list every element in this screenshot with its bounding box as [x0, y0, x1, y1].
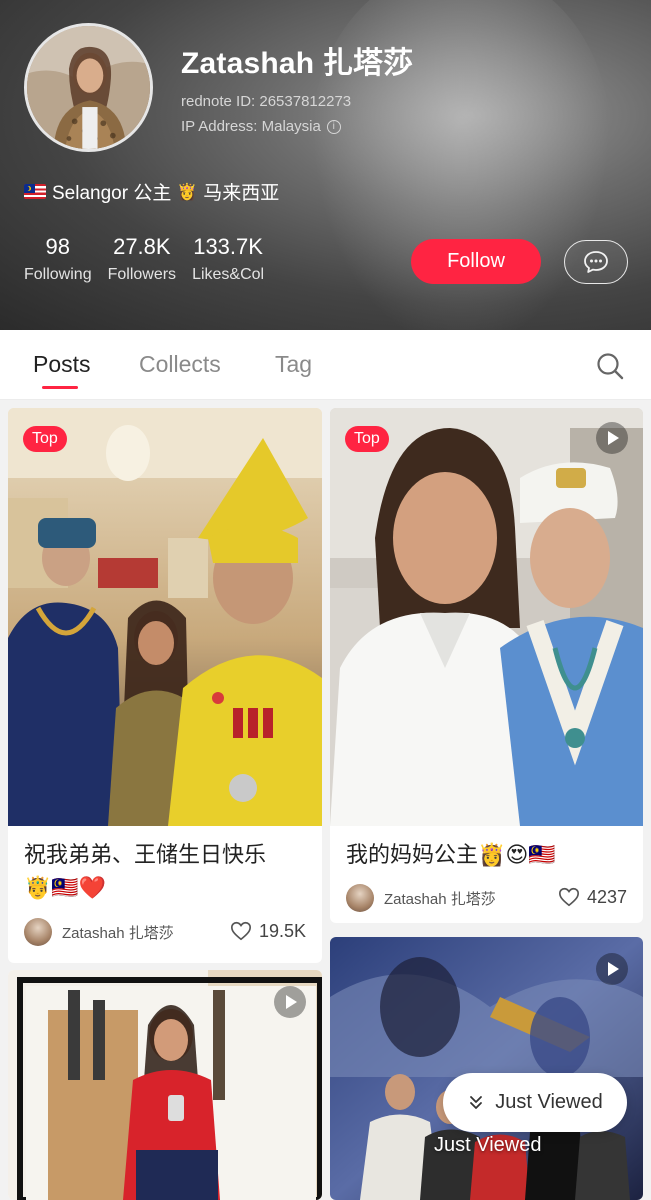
stat-value: 98 [45, 234, 71, 259]
just-viewed-button[interactable]: Just Viewed [443, 1073, 627, 1132]
profile-stats: 98 Following 27.8K Followers 133.7K Like… [24, 234, 264, 284]
info-icon[interactable]: i [326, 119, 341, 134]
like-button[interactable]: 4237 [558, 886, 627, 908]
author-name: Zatashah 扎塔莎 [384, 890, 496, 908]
like-count: 4237 [586, 886, 627, 907]
active-tab-indicator [42, 386, 78, 389]
stat-label: Followers [107, 266, 177, 283]
post-title-emojis: 🤴🇲🇾❤️ [24, 875, 107, 900]
tab-posts[interactable]: Posts [33, 351, 91, 378]
message-button[interactable] [564, 240, 628, 284]
author-avatar [24, 918, 52, 946]
post-thumbnail[interactable] [330, 937, 643, 1200]
tab-tag[interactable]: Tag [275, 351, 312, 378]
profile-bio: Selangor 公主 👸 马来西亚 [24, 178, 279, 205]
ip-address-row: IP Address: Malaysia i [181, 118, 341, 135]
post-card[interactable]: Top 祝我弟弟、王储生日快乐 🤴🇲🇾❤️ Zatashah 扎塔莎 19.5K [8, 408, 322, 963]
just-viewed-overlay: Just Viewed [434, 1134, 542, 1156]
author-name: Zatashah 扎塔莎 [62, 924, 174, 942]
stat-followers[interactable]: 27.8K Followers [108, 234, 176, 284]
chat-bubble-icon [584, 251, 608, 273]
post-title-line: 祝我弟弟、王储生日快乐 [24, 842, 267, 867]
play-icon [274, 986, 306, 1018]
bio-text: Selangor 公主 [52, 183, 172, 204]
post-card[interactable]: Top 我的妈妈公主👸😍🇲🇾 Zatashah 扎塔莎 4237 [330, 408, 643, 923]
post-thumbnail[interactable]: Top [8, 408, 322, 826]
stat-value: 133.7K [193, 234, 263, 259]
play-icon [596, 953, 628, 985]
author-avatar [346, 884, 374, 912]
pinned-badge: Top [23, 426, 67, 452]
post-card[interactable] [8, 970, 322, 1200]
post-title: 祝我弟弟、王储生日快乐 🤴🇲🇾❤️ [24, 838, 266, 904]
pinned-badge: Top [345, 426, 389, 452]
post-author[interactable]: Zatashah 扎塔莎 [24, 918, 174, 946]
stat-label: Likes&Col [192, 266, 265, 283]
just-viewed-label: Just Viewed [495, 1091, 603, 1113]
post-card[interactable] [330, 937, 643, 1200]
stat-label: Following [24, 266, 92, 283]
like-count: 19.5K [258, 920, 306, 941]
malaysia-flag-icon [24, 184, 46, 199]
profile-name: Zatashah 扎塔莎 [181, 47, 414, 80]
tab-collects[interactable]: Collects [139, 351, 221, 378]
stat-following[interactable]: 98 Following [24, 234, 92, 284]
play-icon [596, 422, 628, 454]
stat-likes-collects[interactable]: 133.7K Likes&Col [192, 234, 264, 284]
heart-icon [558, 887, 579, 907]
heart-icon [230, 921, 251, 941]
ip-address: IP Address: Malaysia [181, 118, 321, 135]
post-author[interactable]: Zatashah 扎塔莎 [346, 884, 496, 912]
bio-suffix: 马来西亚 [203, 183, 280, 204]
follow-button[interactable]: Follow [411, 239, 541, 284]
rednote-id: rednote ID: 26537812273 [181, 93, 352, 110]
princess-emoji-icon: 👸 [177, 183, 198, 201]
post-thumbnail[interactable] [8, 970, 322, 1200]
post-thumbnail[interactable]: Top [330, 408, 643, 826]
profile-tabs: Posts Collects Tag [0, 330, 651, 400]
profile-header: Zatashah 扎塔莎 rednote ID: 26537812273 IP … [0, 0, 651, 330]
search-icon[interactable] [595, 351, 625, 381]
double-chevron-down-icon [470, 1095, 483, 1109]
post-title: 我的妈妈公主👸😍🇲🇾 [346, 842, 556, 867]
like-button[interactable]: 19.5K [230, 920, 306, 942]
profile-avatar[interactable] [24, 23, 153, 152]
stat-value: 27.8K [113, 234, 171, 259]
